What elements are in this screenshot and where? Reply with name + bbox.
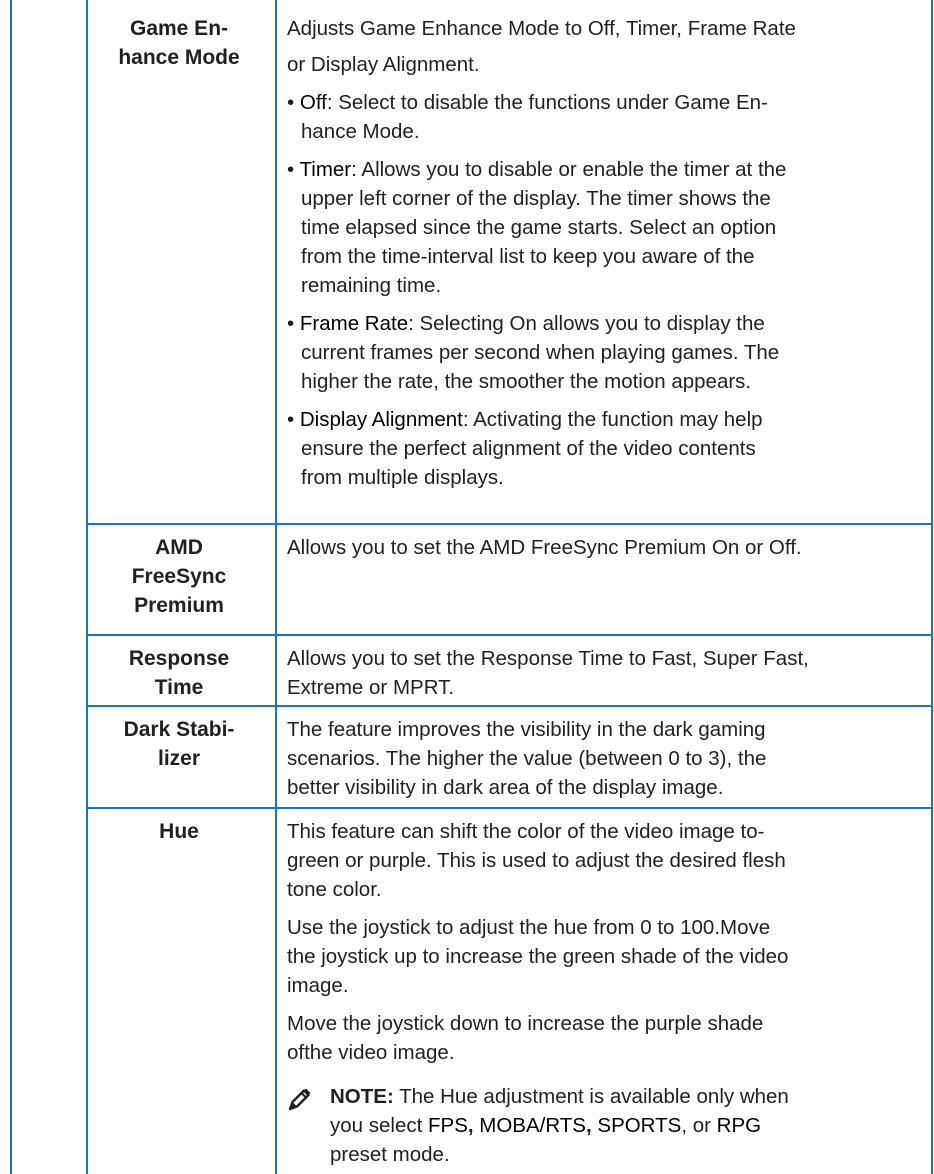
text-line: : Selecting On allows you to display the [408,312,765,335]
setting-description-amd-freesync-premium: Allows you to set the AMD FreeSync Premi… [287,533,927,562]
text-line: current frames per second when playing g… [301,341,780,364]
text-line: Adjusts Game Enhance Mode to Off, Timer,… [287,17,796,40]
row-divider [86,523,932,525]
table-column-divider-1 [86,0,88,1174]
separator: , [585,1114,598,1137]
bullet-display-alignment: • Display Alignment: Activating the func… [287,405,927,492]
bullet-dot: • [287,312,300,335]
text-line: ensure the perfect alignment of the vide… [301,437,756,460]
table-column-divider-2 [275,0,277,1174]
setting-description-hue: This feature can shift the color of the … [287,817,927,1067]
preset-mode-fps: FPS [428,1114,468,1137]
bullet-term: Frame Rate [299,312,409,335]
text-line: the joystick up to increase the green sh… [287,945,789,968]
text-line: from the time-interval list to keep you … [301,245,755,268]
text-line: upper left corner of the display. The ti… [301,187,771,210]
setting-name-line: lizer [157,747,201,770]
row-divider [86,634,932,636]
note-block: NOTE: The Hue adjustment is available on… [330,1082,930,1169]
row-divider [86,705,932,707]
text-line: scenarios. The higher the value (between… [287,747,767,770]
bullet-frame-rate: • Frame Rate: Selecting On allows you to… [287,309,927,396]
preset-mode-sports: SPORTS [597,1114,682,1137]
bullet-term: Timer [299,158,352,181]
text-line: better visibility in dark area of the di… [287,776,724,799]
bullet-dot: • [287,91,300,114]
pencil-icon [288,1088,311,1111]
description-paragraph: Move the joystick down to increase the p… [287,1009,927,1067]
text-line: ofthe video image. [287,1041,455,1064]
bullet-dot: • [287,408,300,431]
text-line: : Allows you to disable or enable the ti… [351,158,787,181]
text-line: you select [330,1114,428,1137]
setting-name-amd-freesync-premium: AMD FreeSync Premium [95,533,263,620]
text-line: from multiple displays. [301,466,504,489]
setting-name-dark-stabilizer: Dark Stabi- lizer [95,715,263,773]
text-line: Use the joystick to adjust the hue from … [287,916,771,939]
text-line: The feature improves the visibility in t… [287,718,766,741]
table-right-border [931,0,933,1174]
text-line: higher the rate, the smoother the motion… [301,370,752,393]
separator: , [467,1114,480,1137]
text-line: Allows you to set the Response Time to F… [287,647,809,670]
text-line: tone color. [287,878,382,901]
text-line: remaining time. [301,274,442,297]
note-label: NOTE: [330,1085,394,1108]
preset-mode-moba-rts: MOBA/RTS [479,1114,586,1137]
setting-name-line: hance Mode [118,46,240,69]
setting-name-line: FreeSync [131,565,227,588]
text-line: Allows you to set the AMD FreeSync Premi… [287,536,802,559]
table-left-border [10,0,12,1174]
setting-description-response-time: Allows you to set the Response Time to F… [287,644,927,702]
setting-name-line: Game En- [129,17,229,40]
setting-name-line: Dark Stabi- [123,718,235,741]
description-paragraph: Adjusts Game Enhance Mode to Off, Timer,… [287,14,927,79]
text-line: : Activating the function may help [462,408,763,431]
bullet-timer: • Timer: Allows you to disable or enable… [287,155,927,300]
text-line: image. [287,974,349,997]
bullet-dot: • [287,158,300,181]
row-divider [86,807,932,809]
text-line: : Select to disable the functions under … [326,91,768,114]
setting-name-response-time: Response Time [95,644,263,702]
text-line: Extreme or MPRT. [287,676,455,699]
text-line: hance Mode. [301,120,420,143]
text-line: time elapsed since the game starts. Sele… [301,216,777,239]
setting-description-game-enhance-mode: Adjusts Game Enhance Mode to Off, Timer,… [287,14,927,492]
text-line: green or purple. This is used to adjust … [287,849,786,872]
setting-name-line: Premium [134,594,224,617]
description-paragraph: This feature can shift the color of the … [287,817,927,904]
text-line: preset mode. [330,1143,450,1166]
setting-description-dark-stabilizer: The feature improves the visibility in t… [287,715,927,802]
settings-table: Game En- hance Mode Adjusts Game Enhance… [0,0,934,1174]
setting-name-line: AMD [155,536,203,559]
setting-name-line: Time [154,676,204,699]
setting-name-line: Response [128,647,230,670]
description-paragraph: Use the joystick to adjust the hue from … [287,913,927,1000]
text-line: or Display Alignment. [287,53,480,76]
setting-name-line: Hue [159,820,199,843]
separator: , or [681,1114,717,1137]
text-line: Move the joystick down to increase the p… [287,1012,764,1035]
bullet-off: • Off: Select to disable the functions u… [287,88,927,146]
text-line: This feature can shift the color of the … [287,820,765,843]
setting-name-game-enhance-mode: Game En- hance Mode [95,14,263,72]
bullet-term: Display Alignment [299,408,463,431]
preset-mode-rpg: RPG [716,1114,762,1137]
text-line: The Hue adjustment is available only whe… [393,1085,789,1108]
setting-name-hue: Hue [95,817,263,846]
bullet-term: Off [299,91,327,114]
